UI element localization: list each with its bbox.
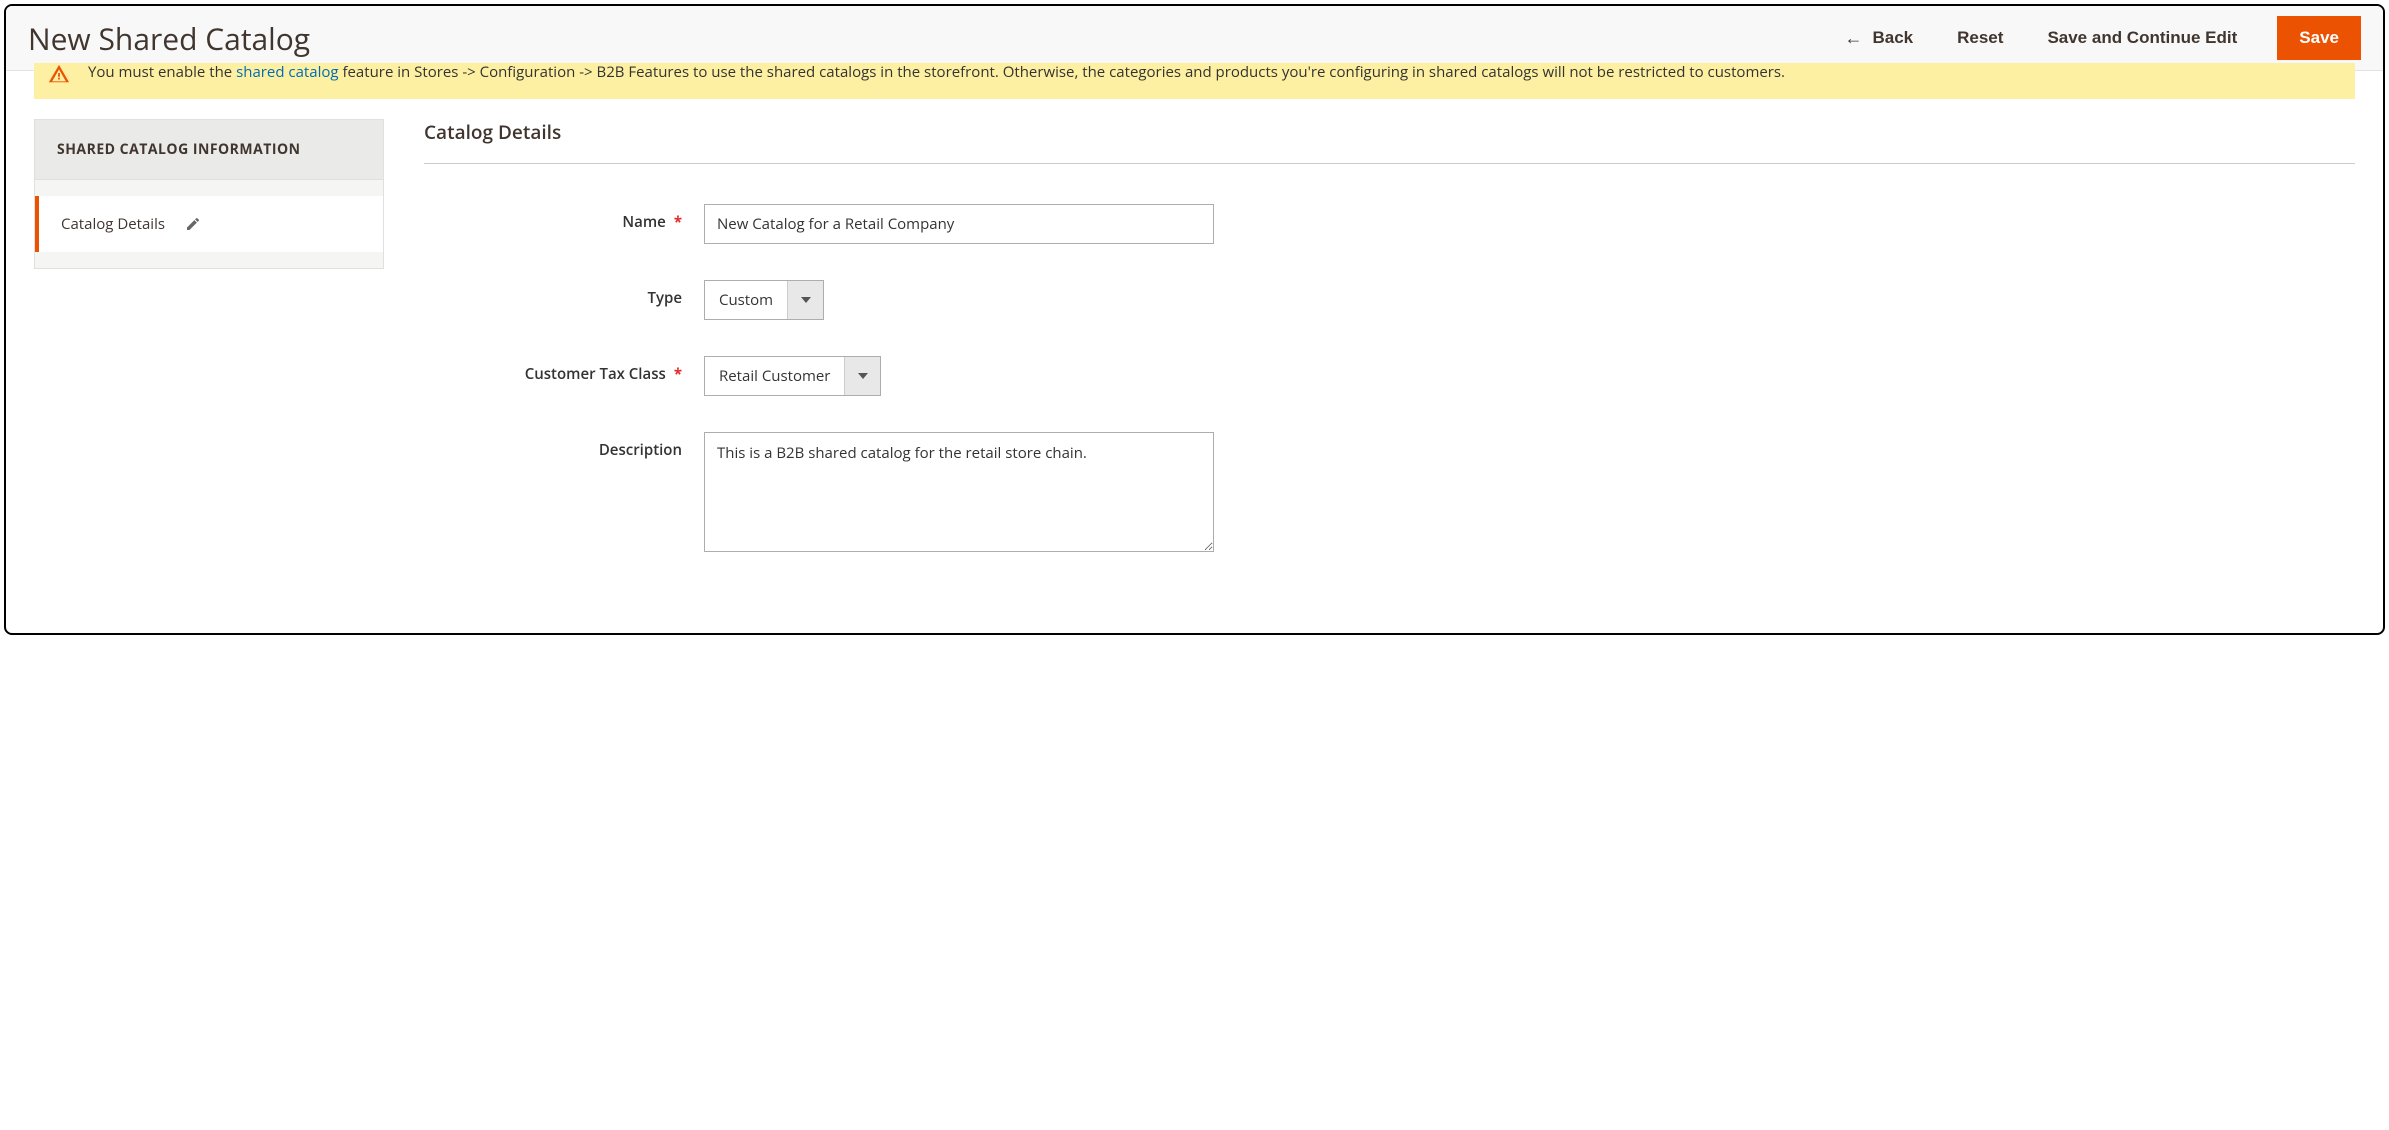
- row-description: Description: [424, 432, 2355, 557]
- sidebar-header: SHARED CATALOG INFORMATION: [34, 119, 384, 180]
- sidebar: SHARED CATALOG INFORMATION Catalog Detai…: [34, 119, 384, 269]
- save-button-label: Save: [2299, 28, 2339, 47]
- label-description-text: Description: [599, 440, 682, 460]
- required-star-icon: *: [674, 364, 682, 384]
- back-button[interactable]: ← Back: [1840, 20, 1917, 57]
- page-actions: ← Back Reset Save and Continue Edit Save: [1840, 16, 2361, 60]
- notice-text-pre: You must enable the: [88, 62, 236, 82]
- page-frame: New Shared Catalog ← Back Reset Save and…: [4, 4, 2385, 635]
- back-button-label: Back: [1872, 28, 1913, 48]
- notice-text-post: feature in Stores -> Configuration -> B2…: [339, 62, 1785, 82]
- shared-catalog-link[interactable]: shared catalog: [236, 62, 338, 82]
- reset-button-label: Reset: [1957, 28, 2003, 48]
- sidebar-item-label: Catalog Details: [61, 214, 165, 234]
- pencil-icon: [185, 216, 201, 232]
- label-description: Description: [424, 432, 704, 460]
- type-select-value: Custom: [705, 281, 787, 319]
- notice-text: You must enable the shared catalog featu…: [88, 61, 1785, 84]
- label-name-text: Name: [622, 212, 665, 232]
- warning-icon: [48, 63, 70, 85]
- arrow-left-icon: ←: [1844, 28, 1862, 49]
- notice-wrapper: You must enable the shared catalog featu…: [6, 63, 2383, 119]
- form-panel: Catalog Details Name * Type: [424, 119, 2355, 593]
- type-select[interactable]: Custom: [704, 280, 824, 320]
- warning-notice: You must enable the shared catalog featu…: [34, 63, 2355, 99]
- page-title: New Shared Catalog: [28, 18, 310, 59]
- label-type: Type: [424, 280, 704, 308]
- main-columns: SHARED CATALOG INFORMATION Catalog Detai…: [6, 119, 2383, 593]
- save-button[interactable]: Save: [2277, 16, 2361, 60]
- row-type: Type Custom: [424, 280, 2355, 320]
- label-tax-class: Customer Tax Class *: [424, 356, 704, 384]
- sidebar-item-catalog-details[interactable]: Catalog Details: [35, 196, 383, 252]
- row-tax-class: Customer Tax Class * Retail Customer: [424, 356, 2355, 396]
- panel-title: Catalog Details: [424, 119, 2355, 164]
- save-continue-button-label: Save and Continue Edit: [2047, 28, 2237, 48]
- description-textarea[interactable]: [704, 432, 1214, 552]
- label-tax-class-text: Customer Tax Class: [525, 364, 666, 384]
- reset-button[interactable]: Reset: [1953, 20, 2007, 56]
- label-name: Name *: [424, 204, 704, 232]
- chevron-down-icon: [787, 281, 823, 319]
- tax-class-select-value: Retail Customer: [705, 357, 844, 395]
- name-input[interactable]: [704, 204, 1214, 244]
- tax-class-select[interactable]: Retail Customer: [704, 356, 881, 396]
- content-area: You must enable the shared catalog featu…: [6, 63, 2383, 633]
- chevron-down-icon: [844, 357, 880, 395]
- row-name: Name *: [424, 204, 2355, 244]
- required-star-icon: *: [674, 212, 682, 232]
- save-continue-button[interactable]: Save and Continue Edit: [2043, 20, 2241, 56]
- sidebar-items: Catalog Details: [34, 180, 384, 269]
- label-type-text: Type: [648, 288, 682, 308]
